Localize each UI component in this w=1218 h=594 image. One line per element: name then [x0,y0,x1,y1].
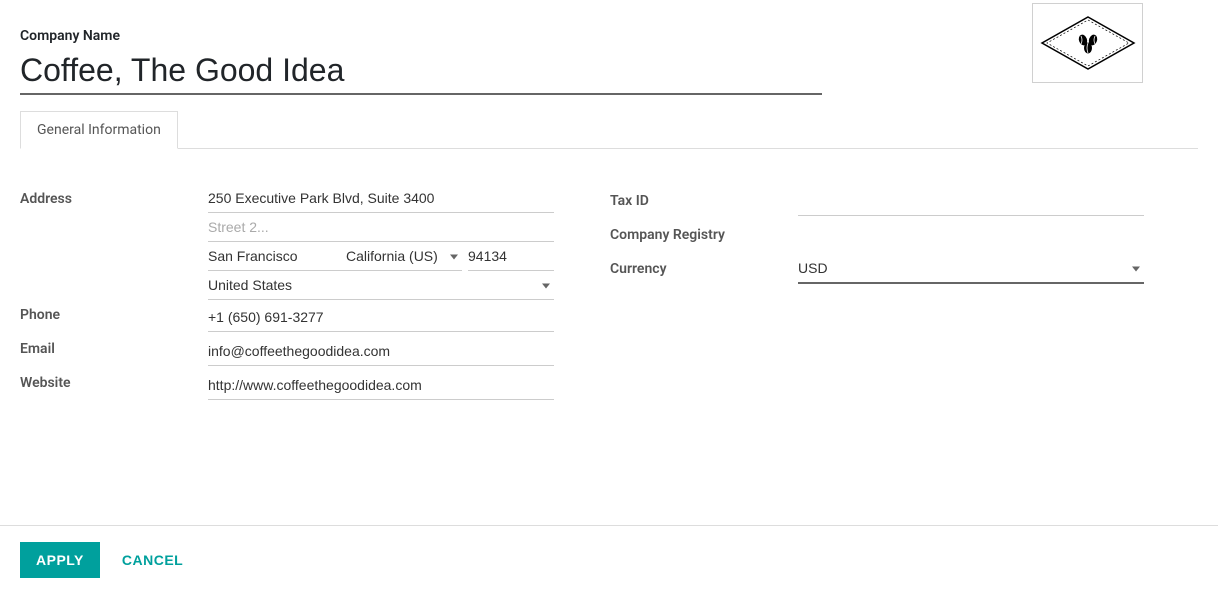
cancel-button[interactable]: CANCEL [122,552,183,568]
coffee-logo-icon [1038,15,1138,71]
company-name-label: Company Name [20,28,822,44]
footer: APPLY CANCEL [0,525,1218,594]
registry-input[interactable] [798,221,1144,249]
apply-button[interactable]: APPLY [20,542,100,578]
currency-select[interactable] [798,254,1144,284]
website-label: Website [20,368,208,391]
website-input[interactable] [208,371,554,400]
phone-input[interactable] [208,303,554,332]
tab-general-information[interactable]: General Information [20,111,178,149]
address-label: Address [20,184,208,207]
state-select[interactable] [346,242,462,271]
email-input[interactable] [208,337,554,366]
company-name-input[interactable] [20,50,822,95]
taxid-input[interactable] [798,187,1144,216]
country-select[interactable] [208,271,554,300]
city-input[interactable] [208,242,346,271]
taxid-label: Tax ID [610,193,798,209]
street1-input[interactable] [208,184,554,213]
company-logo[interactable] [1032,3,1143,83]
email-label: Email [20,334,208,357]
registry-label: Company Registry [610,227,798,243]
tabs: General Information [20,110,1198,149]
street2-input[interactable] [208,213,554,242]
phone-label: Phone [20,300,208,323]
zip-input[interactable] [468,242,554,271]
currency-label: Currency [610,261,798,277]
